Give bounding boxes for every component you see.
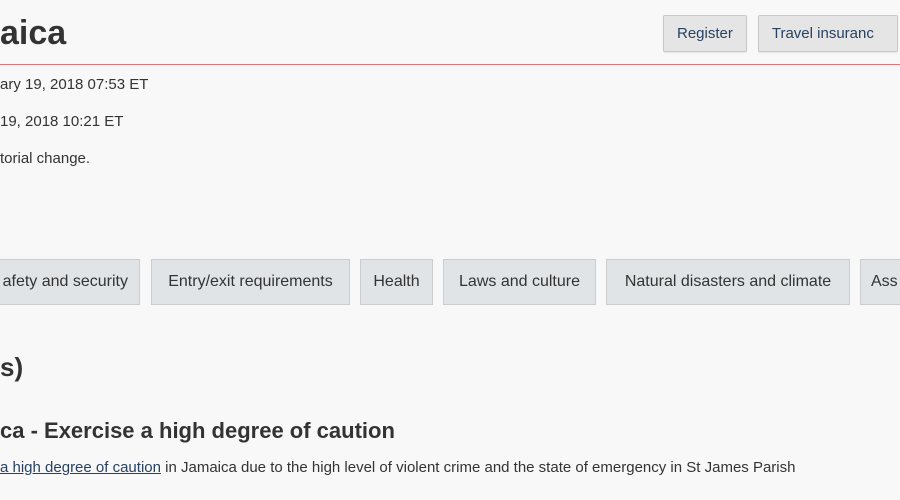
- section-heading: s): [0, 352, 24, 382]
- header-actions: Register Travel insuranc: [663, 15, 898, 52]
- register-button[interactable]: Register: [663, 15, 747, 52]
- advisory-text: a high degree of caution in Jamaica due …: [0, 459, 795, 476]
- page-title: aica: [0, 14, 67, 52]
- tab-safety-and-security[interactable]: afety and security: [0, 259, 140, 305]
- risk-level-link[interactable]: a high degree of caution: [0, 459, 161, 476]
- tab-assistance[interactable]: Ass: [860, 259, 900, 305]
- tab-laws-and-culture[interactable]: Laws and culture: [443, 259, 596, 305]
- travel-insurance-button[interactable]: Travel insuranc: [757, 15, 898, 52]
- tab-entry-exit-requirements[interactable]: Entry/exit requirements: [151, 259, 350, 305]
- page: aica Register Travel insuranc ary 19, 20…: [0, 0, 900, 500]
- advisory-body: in Jamaica due to the high level of viol…: [160, 459, 796, 476]
- latest-update-note: torial change.: [0, 150, 91, 167]
- tab-natural-disasters-and-climate[interactable]: Natural disasters and climate: [606, 259, 850, 305]
- advisory-heading: ca - Exercise a high degree of caution: [0, 418, 395, 443]
- date-updated: 19, 2018 10:21 ET: [0, 113, 124, 130]
- tab-health[interactable]: Health: [360, 259, 433, 305]
- title-divider: [0, 64, 900, 65]
- date-published: ary 19, 2018 07:53 ET: [0, 76, 149, 93]
